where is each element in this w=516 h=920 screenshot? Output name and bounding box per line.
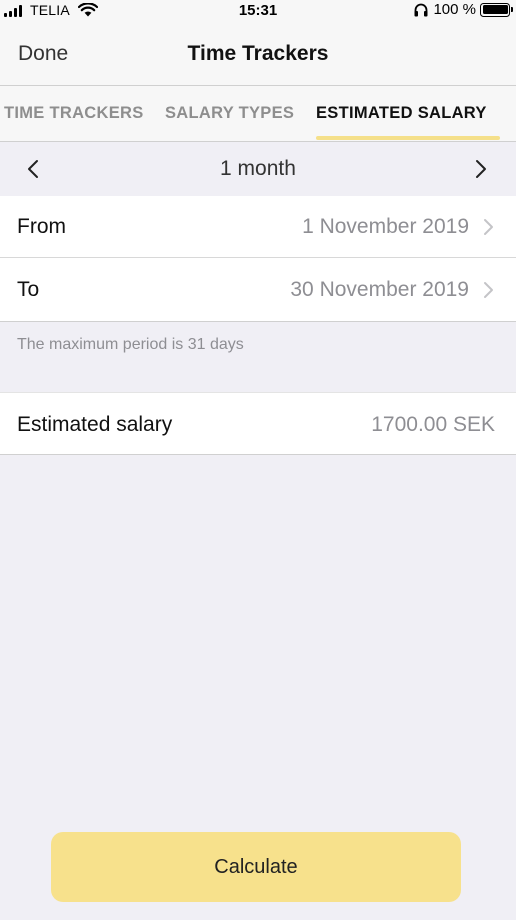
disclosure-chevron-icon (484, 282, 493, 298)
tab-bar: TIME TRACKERS SALARY TYPES ESTIMATED SAL… (0, 86, 516, 142)
date-range-group: From 1 November 2019 To 30 November 2019 (0, 196, 516, 322)
disclosure-chevron-icon (484, 219, 493, 235)
battery-percentage: 100 % (433, 1, 476, 18)
headphones-icon (414, 3, 428, 16)
tab-salary-types[interactable]: SALARY TYPES (165, 104, 294, 123)
max-period-note: The maximum period is 31 days (17, 336, 244, 353)
active-tab-indicator (316, 136, 500, 140)
calculate-button[interactable]: Calculate (51, 832, 461, 902)
tab-estimated-salary[interactable]: ESTIMATED SALARY (316, 104, 487, 123)
to-date-value: 30 November 2019 (290, 278, 469, 301)
navigation-bar: Done Time Trackers (0, 22, 516, 86)
period-selector: 1 month (0, 142, 516, 196)
estimated-salary-value: 1700.00 SEK (371, 413, 495, 436)
estimated-salary-row: Estimated salary 1700.00 SEK (0, 392, 516, 455)
from-date-value: 1 November 2019 (302, 215, 469, 238)
status-bar: TELIA 15:31 100 % (0, 0, 516, 22)
tab-time-trackers[interactable]: TIME TRACKERS (4, 104, 144, 123)
battery-icon (480, 2, 513, 17)
to-date-row[interactable]: To 30 November 2019 (0, 258, 516, 320)
status-right: 100 % (413, 1, 513, 18)
chevron-right-icon[interactable] (470, 158, 490, 180)
from-label: From (17, 215, 66, 238)
period-label: 1 month (220, 157, 296, 180)
page-title: Time Trackers (187, 42, 329, 65)
to-label: To (17, 278, 40, 301)
estimated-salary-label: Estimated salary (17, 413, 173, 436)
from-date-row[interactable]: From 1 November 2019 (0, 196, 516, 258)
